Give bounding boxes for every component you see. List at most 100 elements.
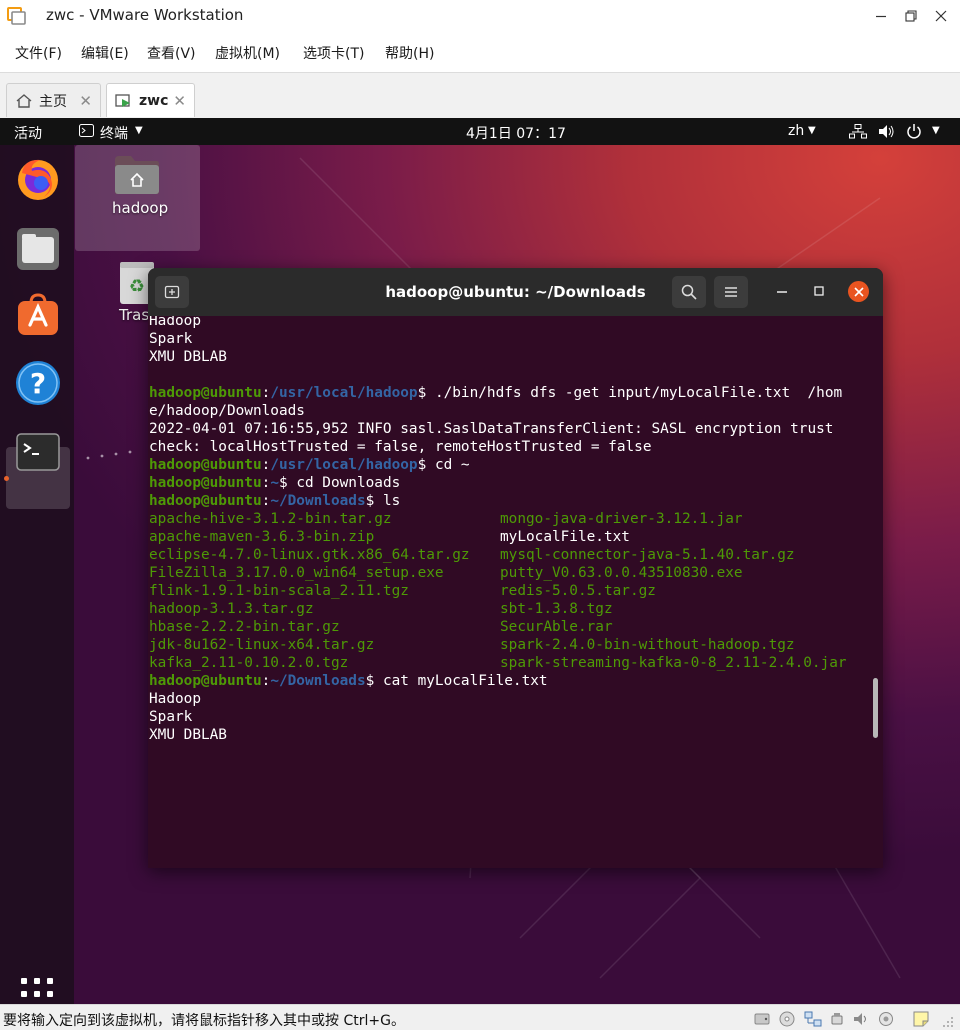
- terminal-output[interactable]: Hadoop Spark XMU DBLAB hadoop@ubuntu:/usr/l…: [148, 316, 883, 868]
- restore-button[interactable]: [896, 4, 926, 28]
- desktop-icon-label-trash[interactable]: Tras: [119, 306, 149, 324]
- prompt-user: hadoop@ubuntu: [149, 385, 262, 401]
- file-entry: apache-hive-3.1.2-bin.tar.gz: [149, 511, 392, 527]
- status-message: 要将输入定向到该虚拟机，请将鼠标指针移入其中或按 Ctrl+G。: [3, 1013, 405, 1029]
- tab-zwc-close-icon[interactable]: ✕: [173, 92, 186, 110]
- search-icon: [681, 284, 697, 300]
- output-text: e/hadoop/Downloads: [149, 403, 305, 419]
- status-bar: 要将输入定向到该虚拟机，请将鼠标指针移入其中或按 Ctrl+G。: [0, 1004, 960, 1030]
- terminal-line: hadoop@ubuntu:/usr/local/hadoop$ cd ~: [149, 456, 842, 474]
- vm-running-icon: [115, 93, 130, 107]
- prompt-path: ~: [270, 475, 279, 491]
- file-entry: sbt-1.3.8.tgz: [500, 601, 613, 617]
- command-text: cat myLocalFile.txt: [382, 673, 548, 689]
- resize-grip-icon[interactable]: [941, 1015, 955, 1029]
- prompt-user: hadoop@ubuntu: [149, 475, 262, 491]
- window-titlebar: zwc - VMware Workstation: [0, 0, 960, 32]
- app-menu-label[interactable]: 终端: [100, 123, 128, 143]
- terminal-close-button[interactable]: [848, 281, 869, 302]
- close-window-button[interactable]: [926, 4, 956, 28]
- input-method-chevron-icon[interactable]: ▼: [808, 125, 816, 136]
- output-text: check: localHostTrusted = false, remoteH…: [149, 439, 652, 455]
- power-icon[interactable]: [906, 123, 922, 139]
- file-entry: hadoop-3.1.3.tar.gz: [149, 601, 314, 617]
- menu-edit[interactable]: 编辑(E): [81, 43, 129, 63]
- sound-card-icon[interactable]: [853, 1011, 869, 1027]
- terminal-line: flink-1.9.1-bin-scala_2.11.tgz redis-5.0.…: [149, 582, 842, 600]
- file-entry: putty_V0.63.0.0.43510830.exe: [500, 565, 743, 581]
- terminal-line: Spark: [149, 330, 842, 348]
- prompt-path: /usr/local/hadoop: [270, 457, 418, 473]
- files-icon[interactable]: [14, 225, 62, 273]
- tab-home-close-icon[interactable]: ✕: [79, 92, 92, 110]
- help-icon[interactable]: ?: [14, 359, 62, 407]
- terminal-line: XMU DBLAB: [149, 726, 842, 744]
- show-applications-icon[interactable]: [21, 978, 53, 1004]
- vmware-window: zwc - VMware Workstation 文件(F) 编辑(E) 查看(…: [0, 0, 960, 1030]
- usb-icon[interactable]: [829, 1011, 845, 1027]
- terminal-line: eclipse-4.7.0-linux.gtk.x86_64.tar.gz mys…: [149, 546, 842, 564]
- terminal-icon[interactable]: [14, 428, 62, 476]
- menu-vm[interactable]: 虚拟机(M): [215, 43, 280, 63]
- activities-button[interactable]: 活动: [14, 123, 42, 143]
- terminal-window[interactable]: hadoop@ubuntu: ~/Downloads Hadoop Spark XM…: [148, 268, 883, 868]
- tab-zwc[interactable]: zwc ✕: [106, 83, 195, 117]
- system-menu-chevron-icon[interactable]: ▼: [932, 125, 940, 136]
- menu-file[interactable]: 文件(F): [15, 43, 62, 63]
- file-entry: kafka_2.11-0.10.2.0.tgz: [149, 655, 349, 671]
- prompt-path: /usr/local/hadoop: [270, 385, 418, 401]
- output-text: Hadoop: [149, 691, 201, 707]
- output-text: 2022-04-01 07:16:55,952 INFO sasl.SaslDa…: [149, 421, 834, 437]
- command-text: cd Downloads: [296, 475, 401, 491]
- terminal-line: hbase-2.2.2-bin.tar.gz SecurAble.rar: [149, 618, 842, 636]
- desktop-icon-label-hadoop[interactable]: hadoop: [112, 199, 168, 217]
- home-icon: [16, 93, 32, 108]
- menu-view[interactable]: 查看(V): [147, 43, 196, 63]
- terminal-line: Hadoop: [149, 316, 842, 330]
- ubuntu-dock: ?: [0, 145, 74, 1004]
- terminal-search-button[interactable]: [672, 276, 706, 308]
- home-folder-icon[interactable]: [113, 154, 161, 196]
- hard-disk-icon[interactable]: [754, 1011, 770, 1027]
- guest-screen[interactable]: 活动 终端 ▼ 4月1日 07：17 zh ▼ ▼ ? hadoop ♻ Tra…: [0, 118, 960, 1004]
- menu-tabs[interactable]: 选项卡(T): [303, 43, 364, 63]
- cd-drive-icon[interactable]: [779, 1011, 795, 1027]
- network-icon[interactable]: [849, 124, 867, 139]
- prompt-symbol: $: [417, 457, 435, 473]
- terminal-menu-button[interactable]: [714, 276, 748, 308]
- terminal-line: e/hadoop/Downloads: [149, 402, 842, 420]
- output-text: XMU DBLAB: [149, 349, 227, 365]
- command-text: ls: [382, 493, 401, 509]
- display-icon[interactable]: [878, 1011, 894, 1027]
- prompt-separator: :: [261, 457, 271, 473]
- network-adapter-icon[interactable]: [804, 1011, 822, 1027]
- terminal-lines: Hadoop Spark XMU DBLAB hadoop@ubuntu:/usr/l…: [149, 316, 847, 744]
- terminal-maximize-icon[interactable]: [813, 285, 825, 297]
- menu-help[interactable]: 帮助(H): [385, 43, 434, 63]
- file-entry: spark-2.4.0-bin-without-hadoop.tgz: [500, 637, 795, 653]
- volume-icon[interactable]: [878, 124, 896, 139]
- minimize-icon: [876, 15, 886, 18]
- tab-home[interactable]: 主页 ✕: [6, 83, 101, 117]
- prompt-user: hadoop@ubuntu: [149, 673, 262, 689]
- command-text: ./bin/hdfs dfs -get input/myLocalFile.tx…: [434, 385, 843, 401]
- minimize-button[interactable]: [866, 4, 896, 28]
- clock[interactable]: 4月1日 07：17: [466, 123, 566, 143]
- firefox-icon[interactable]: [14, 155, 62, 203]
- terminal-line: 2022-04-01 07:16:55,952 INFO sasl.SaslDa…: [149, 420, 842, 438]
- file-entry: hbase-2.2.2-bin.tar.gz: [149, 619, 340, 635]
- message-log-icon[interactable]: [913, 1011, 929, 1027]
- software-center-icon[interactable]: [14, 291, 62, 339]
- output-text: XMU DBLAB: [149, 727, 227, 743]
- prompt-symbol: $: [365, 673, 383, 689]
- input-method[interactable]: zh: [788, 123, 804, 139]
- terminal-minimize-icon[interactable]: [776, 286, 788, 298]
- output-text: Spark: [149, 709, 193, 725]
- command-text: cd ~: [434, 457, 470, 473]
- terminal-line: Hadoop: [149, 690, 842, 708]
- file-entry: SecurAble.rar: [500, 619, 613, 635]
- terminal-scrollbar[interactable]: [873, 678, 878, 738]
- terminal-line: hadoop@ubuntu:/usr/local/hadoop$ ./bin/h…: [149, 384, 842, 402]
- file-entry: spark-streaming-kafka-0-8_2.11-2.4.0.jar: [500, 655, 847, 671]
- app-menu-chevron-icon[interactable]: ▼: [135, 125, 143, 136]
